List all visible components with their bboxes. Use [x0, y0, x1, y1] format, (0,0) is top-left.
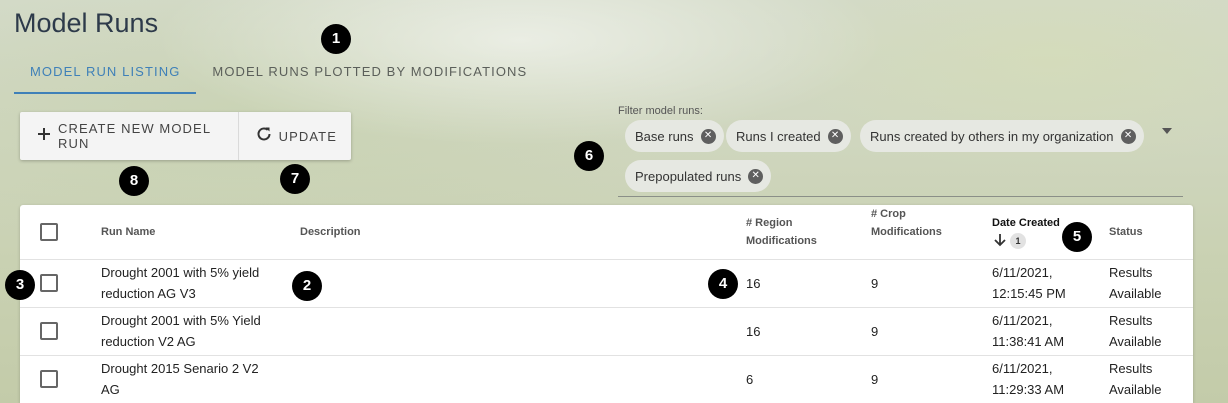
- table-row[interactable]: Drought 2001 with 5% Yield reduction V2 …: [20, 307, 1193, 355]
- close-icon[interactable]: ✕: [1120, 128, 1136, 144]
- create-new-model-run-button[interactable]: CREATE NEW MODEL RUN: [20, 112, 238, 160]
- page-title: Model Runs: [14, 8, 159, 38]
- chip-runs-i-created[interactable]: Runs I created ✕: [726, 120, 851, 152]
- run-name[interactable]: Drought 2001 with 5% yield reduction AG …: [101, 262, 286, 304]
- date-created: 6/11/2021, 11:38:41 AM: [992, 313, 1065, 349]
- run-name[interactable]: Drought 2001 with 5% Yield reduction V2 …: [101, 310, 286, 352]
- plus-icon: [36, 126, 52, 146]
- chip-label: Runs created by others in my organizatio…: [870, 128, 1114, 144]
- annotation-marker-1: 1: [321, 24, 351, 54]
- table-row[interactable]: Drought 2015 Senario 2 V2 AG 6 9 6/11/20…: [20, 355, 1193, 403]
- annotation-marker-7: 7: [280, 164, 310, 194]
- toolbar: CREATE NEW MODEL RUN UPDATE: [20, 112, 351, 160]
- create-button-label: CREATE NEW MODEL RUN: [58, 121, 211, 151]
- arrow-down-icon[interactable]: [993, 232, 1007, 251]
- date-created: 6/11/2021, 11:29:33 AM: [992, 361, 1065, 397]
- update-button-label: UPDATE: [278, 128, 337, 144]
- annotation-marker-2: 2: [292, 271, 322, 301]
- run-status: Results Available: [1109, 361, 1162, 397]
- crop-mods-count: 9: [871, 276, 879, 291]
- tab-model-run-listing[interactable]: MODEL RUN LISTING: [14, 56, 197, 94]
- close-icon[interactable]: ✕: [700, 128, 716, 144]
- region-mods-count: 6: [746, 372, 754, 387]
- tab-model-runs-plotted[interactable]: MODEL RUNS PLOTTED BY MODIFICATIONS: [196, 56, 543, 94]
- chip-prepopulated-runs[interactable]: Prepopulated runs ✕: [625, 160, 772, 192]
- crop-mods-count: 9: [871, 324, 879, 339]
- region-mods-count: 16: [746, 276, 761, 291]
- table-row[interactable]: Drought 2001 with 5% yield reduction AG …: [20, 259, 1193, 307]
- annotation-marker-8: 8: [119, 166, 149, 196]
- region-mods-count: 16: [746, 324, 761, 339]
- select-all-checkbox[interactable]: [40, 223, 58, 241]
- header-status[interactable]: Status: [1109, 223, 1143, 241]
- chevron-down-icon[interactable]: [1162, 128, 1172, 134]
- update-button[interactable]: UPDATE: [237, 112, 351, 160]
- chip-label: Base runs: [635, 128, 694, 144]
- chip-runs-by-others[interactable]: Runs created by others in my organizatio…: [860, 120, 1144, 152]
- model-runs-table: Run Name Description # Region Modificati…: [20, 205, 1193, 403]
- close-icon[interactable]: ✕: [827, 128, 843, 144]
- run-status: Results Available: [1109, 265, 1162, 301]
- header-crop-modifications[interactable]: # Crop Modifications: [871, 205, 961, 241]
- refresh-icon: [255, 125, 273, 147]
- header-run-name[interactable]: Run Name: [101, 223, 155, 241]
- row-checkbox[interactable]: [40, 370, 58, 388]
- date-created: 6/11/2021, 12:15:45 PM: [992, 265, 1066, 301]
- header-region-modifications[interactable]: # Region Modifications: [746, 214, 836, 250]
- chip-label: Runs I created: [736, 128, 821, 144]
- sort-order-badge: 1: [1010, 233, 1026, 249]
- chip-label: Prepopulated runs: [635, 168, 742, 184]
- row-checkbox[interactable]: [40, 274, 58, 292]
- tab-bar: MODEL RUN LISTING MODEL RUNS PLOTTED BY …: [14, 56, 543, 94]
- annotation-marker-6: 6: [574, 141, 604, 171]
- close-icon[interactable]: ✕: [748, 168, 764, 184]
- filter-chip-input[interactable]: Base runs ✕ Runs I created ✕ Runs create…: [618, 118, 1183, 197]
- chip-base-runs[interactable]: Base runs ✕: [625, 120, 724, 152]
- annotation-marker-3: 3: [5, 270, 35, 300]
- run-name[interactable]: Drought 2015 Senario 2 V2 AG: [101, 358, 271, 400]
- header-description[interactable]: Description: [300, 223, 361, 241]
- row-checkbox[interactable]: [40, 322, 58, 340]
- annotation-marker-5: 5: [1062, 222, 1092, 252]
- filter-label: Filter model runs:: [618, 105, 703, 117]
- header-date-created[interactable]: Date Created: [992, 214, 1060, 232]
- run-status: Results Available: [1109, 313, 1162, 349]
- crop-mods-count: 9: [871, 372, 879, 387]
- annotation-marker-4: 4: [708, 269, 738, 299]
